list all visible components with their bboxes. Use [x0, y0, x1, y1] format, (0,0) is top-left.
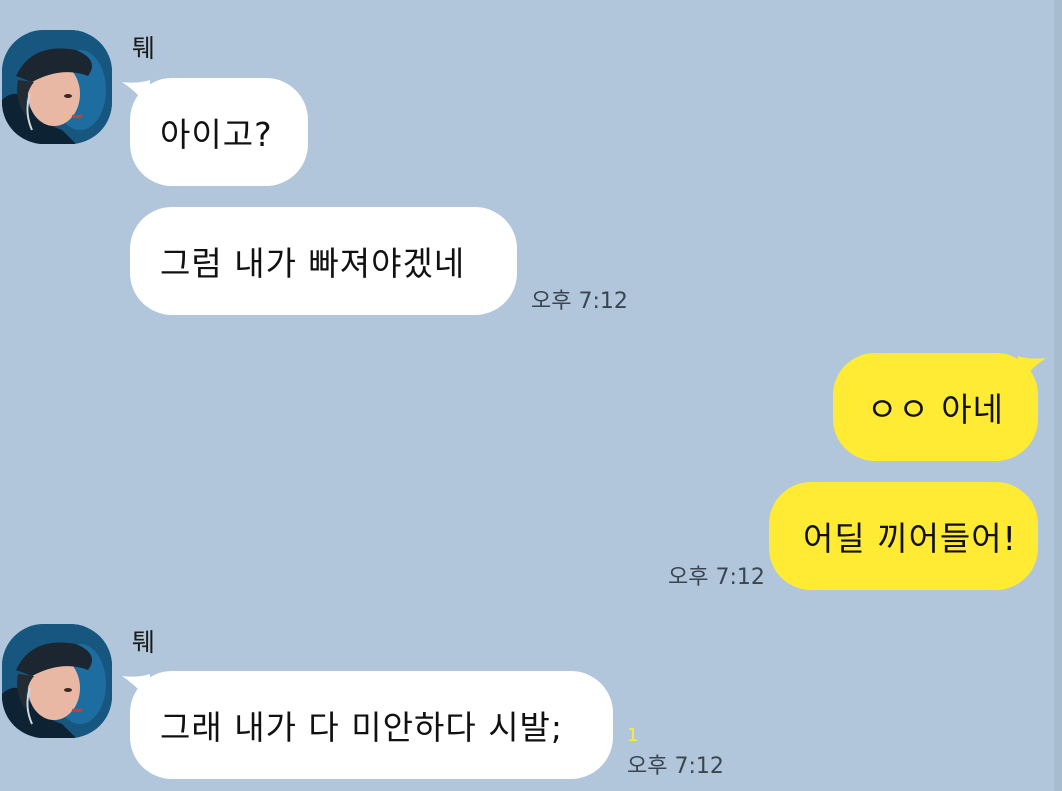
message-text: 아이고?	[160, 115, 273, 154]
message-text: 그럼 내가 빠져야겠네	[160, 244, 466, 283]
message-timestamp: 오후 7:12	[627, 754, 724, 779]
sender-name: 퉤	[132, 34, 156, 63]
message-text: ㅇㅇ 아네	[867, 390, 1004, 429]
profile-photo-icon[interactable]	[2, 624, 112, 738]
message-text: 그래 내가 다 미안하다 시발;	[160, 708, 564, 747]
message-timestamp: 오후 7:12	[531, 289, 628, 314]
message-bubble-outgoing[interactable]: 어딜 끼어들어!	[769, 482, 1038, 590]
sender-name: 퉤	[132, 628, 156, 657]
message-bubble-incoming[interactable]: 아이고?	[130, 78, 308, 186]
message-bubble-incoming[interactable]: 그래 내가 다 미안하다 시발;	[130, 671, 613, 779]
unread-count: 1	[627, 725, 639, 746]
scrollbar-track[interactable]	[1054, 0, 1062, 791]
message-bubble-incoming[interactable]: 그럼 내가 빠져야겠네	[130, 207, 517, 315]
message-timestamp: 오후 7:12	[668, 565, 765, 590]
message-text: 어딜 끼어들어!	[803, 519, 1017, 558]
message-bubble-outgoing[interactable]: ㅇㅇ 아네	[833, 353, 1038, 461]
profile-photo-icon[interactable]	[2, 30, 112, 144]
